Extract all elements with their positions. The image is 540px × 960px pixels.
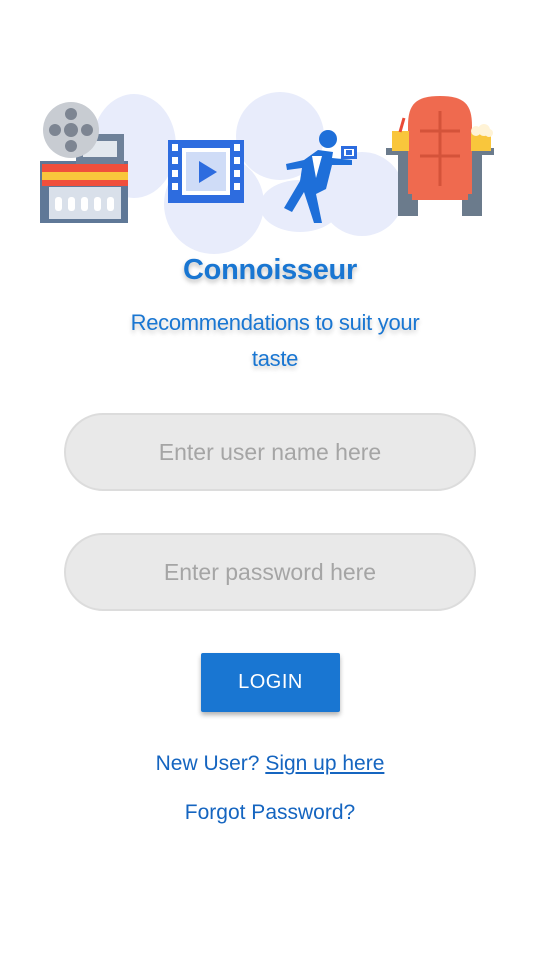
video-film-strip-icon — [168, 140, 244, 203]
forgot-password-container: Forgot Password? — [0, 801, 540, 825]
hero-svg — [40, 92, 494, 254]
signup-prompt: New User? Sign up here — [0, 752, 540, 776]
password-input[interactable] — [64, 533, 476, 611]
app-tagline: Recommendations to suit your taste — [130, 310, 420, 371]
username-input[interactable] — [64, 413, 476, 491]
app-title: Connoisseur — [183, 254, 357, 286]
hero-illustration — [0, 86, 540, 256]
new-user-label: New User? — [155, 752, 260, 775]
signup-link[interactable]: Sign up here — [265, 752, 384, 775]
hero-background-blobs — [92, 92, 404, 254]
login-button[interactable]: LOGIN — [201, 653, 340, 712]
cinema-seat-icon — [386, 96, 494, 216]
forgot-password-link[interactable]: Forgot Password? — [185, 801, 355, 824]
